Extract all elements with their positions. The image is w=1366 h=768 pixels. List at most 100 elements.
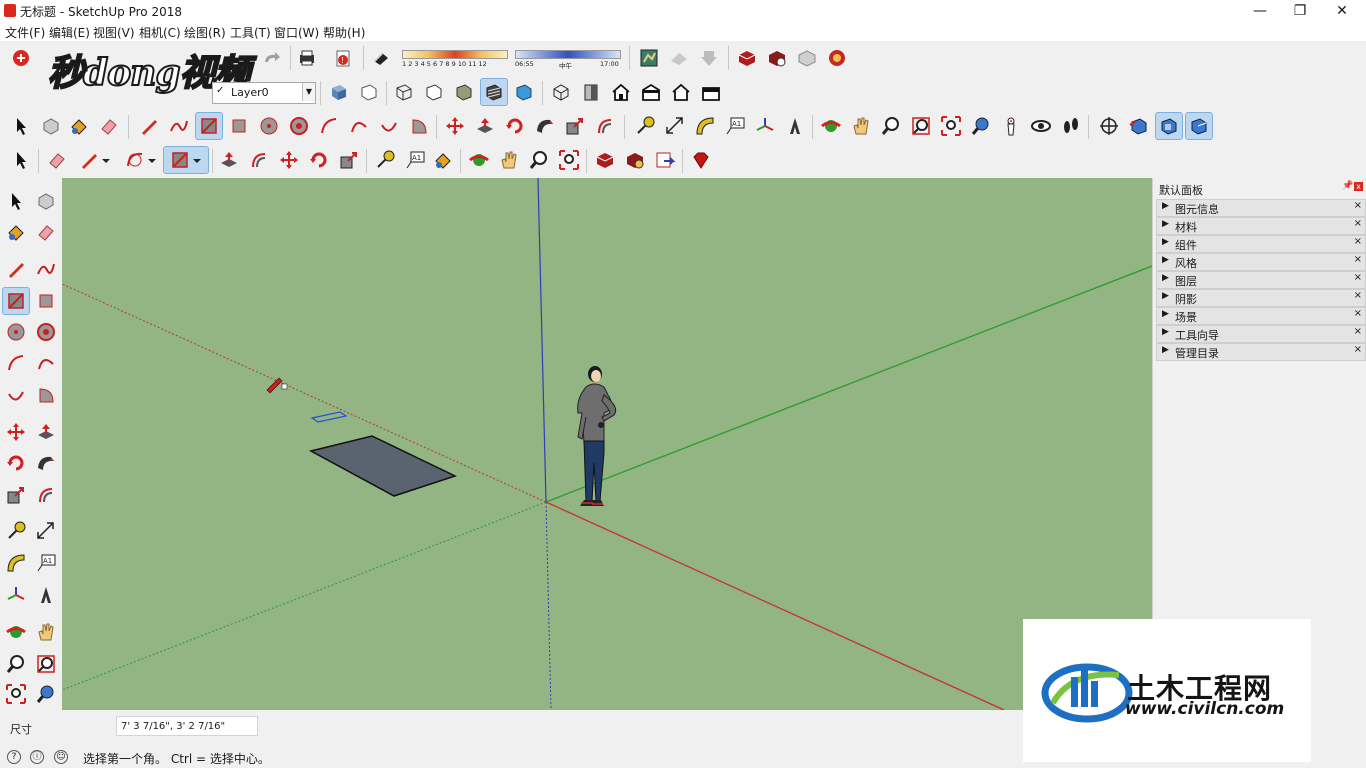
close-icon[interactable]: × — [1354, 218, 1362, 229]
panel-layers[interactable]: ▶ 图层 × — [1156, 271, 1366, 289]
push-pull-icon[interactable] — [472, 113, 498, 139]
panel-shadows[interactable]: ▶ 阴影 × — [1156, 289, 1366, 307]
rotate-icon[interactable] — [3, 450, 29, 476]
move-icon[interactable] — [276, 147, 302, 173]
close-icon[interactable]: × — [1354, 308, 1362, 319]
dimensions-icon[interactable] — [33, 518, 59, 544]
position-camera-icon[interactable] — [998, 113, 1024, 139]
arc-icon[interactable] — [122, 147, 148, 173]
close-icon[interactable]: × — [1354, 344, 1362, 355]
circle-icon[interactable] — [3, 319, 29, 345]
push-pull-icon[interactable] — [216, 147, 242, 173]
shadow-time-slider[interactable]: 06:55 中午 17:00 — [515, 50, 621, 70]
make-component-icon[interactable] — [33, 188, 59, 214]
back-edges-icon[interactable] — [356, 79, 382, 105]
section-fill-icon[interactable] — [1185, 112, 1213, 140]
pan-hand-icon[interactable] — [848, 113, 874, 139]
panel-materials[interactable]: ▶ 材料 × — [1156, 217, 1366, 235]
new-file-icon[interactable] — [8, 45, 34, 71]
display-section-cuts-icon[interactable] — [1155, 112, 1183, 140]
left-view-icon[interactable] — [698, 79, 724, 105]
zoom-icon[interactable] — [3, 651, 29, 677]
paint-bucket-icon[interactable] — [66, 113, 92, 139]
shadows-toggle-icon[interactable] — [368, 45, 394, 71]
pie-icon[interactable] — [406, 113, 432, 139]
tape-measure-icon[interactable] — [3, 518, 29, 544]
send-to-layout-icon[interactable] — [652, 147, 678, 173]
two-point-arc-icon[interactable] — [33, 350, 59, 376]
layer-dropdown[interactable]: ✓ Layer0 ▼ — [212, 82, 316, 104]
toggle-terrain-icon[interactable] — [666, 45, 692, 71]
text-label-icon[interactable]: A1 — [402, 147, 428, 173]
three-point-arc-icon[interactable] — [3, 382, 29, 408]
arc-icon[interactable] — [3, 350, 29, 376]
follow-me-icon[interactable] — [33, 450, 59, 476]
3d-text-icon[interactable] — [782, 113, 808, 139]
monochrome-icon[interactable] — [511, 79, 537, 105]
paint-bucket-icon[interactable] — [3, 219, 29, 245]
3d-warehouse-icon[interactable] — [592, 147, 618, 173]
eraser-icon[interactable] — [96, 113, 122, 139]
menu-edit[interactable]: 编辑(E) — [49, 24, 90, 41]
walk-footprints-icon[interactable] — [1058, 113, 1084, 139]
scale-icon[interactable] — [336, 147, 362, 173]
two-point-arc-icon[interactable] — [346, 113, 372, 139]
panel-instructor[interactable]: ▶ 工具向导 × — [1156, 325, 1366, 343]
eraser-icon[interactable] — [44, 147, 70, 173]
3d-text-icon[interactable] — [33, 582, 59, 608]
model-info-icon[interactable]: ! — [330, 45, 356, 71]
front-view-icon[interactable] — [608, 79, 634, 105]
redo-icon[interactable] — [258, 45, 284, 71]
user-account-icon[interactable]: ☺ — [54, 750, 68, 764]
rotated-rectangle-icon[interactable] — [33, 288, 59, 314]
rotate-icon[interactable] — [306, 147, 332, 173]
shaded-with-textures-icon[interactable] — [480, 78, 508, 106]
chevron-down-icon[interactable] — [146, 147, 158, 173]
dimensions-icon[interactable] — [662, 113, 688, 139]
pan-hand-icon[interactable] — [33, 619, 59, 645]
menu-draw[interactable]: 绘图(R) — [184, 24, 226, 41]
previous-view-icon[interactable] — [33, 681, 59, 707]
close-icon[interactable]: × — [1354, 326, 1362, 337]
zoom-window-icon[interactable] — [33, 651, 59, 677]
axes-icon[interactable] — [752, 113, 778, 139]
arc-icon[interactable] — [316, 113, 342, 139]
polygon-icon[interactable] — [286, 113, 312, 139]
push-pull-icon[interactable] — [33, 419, 59, 445]
tape-measure-icon[interactable] — [372, 147, 398, 173]
tape-measure-icon[interactable] — [632, 113, 658, 139]
section-plane-icon[interactable] — [1096, 113, 1122, 139]
x-ray-icon[interactable] — [326, 79, 352, 105]
rotated-rectangle-icon[interactable] — [226, 113, 252, 139]
menu-window[interactable]: 窗口(W) — [274, 24, 319, 41]
select-arrow-icon[interactable] — [8, 147, 34, 173]
protractor-icon[interactable] — [3, 550, 29, 576]
drawing-viewport[interactable] — [62, 178, 1152, 710]
close-icon[interactable]: × — [1354, 254, 1362, 265]
text-label-icon[interactable]: A1 — [722, 113, 748, 139]
axes-icon[interactable] — [3, 582, 29, 608]
extension-warehouse-icon[interactable] — [622, 147, 648, 173]
zoom-extents-icon[interactable] — [3, 681, 29, 707]
menu-file[interactable]: 文件(F) — [5, 24, 45, 41]
minimize-button[interactable]: — — [1240, 2, 1280, 20]
close-button[interactable]: ✕ — [1322, 2, 1362, 20]
polygon-icon[interactable] — [33, 319, 59, 345]
follow-me-icon[interactable] — [532, 113, 558, 139]
ruby-console-icon[interactable] — [688, 147, 714, 173]
close-icon[interactable]: × — [1354, 290, 1362, 301]
zoom-extents-icon[interactable] — [556, 147, 582, 173]
photo-textures-icon[interactable] — [696, 45, 722, 71]
offset-icon[interactable] — [33, 482, 59, 508]
extension-warehouse-icon[interactable] — [824, 45, 850, 71]
pan-hand-icon[interactable] — [496, 147, 522, 173]
select-arrow-icon[interactable] — [8, 113, 34, 139]
back-view-icon[interactable] — [668, 79, 694, 105]
close-icon[interactable]: × — [1354, 200, 1362, 211]
pencil-line-icon[interactable] — [3, 256, 29, 282]
wireframe-icon[interactable] — [391, 79, 417, 105]
tray-close-button[interactable]: x — [1354, 182, 1363, 191]
text-label-icon[interactable]: A1 — [33, 550, 59, 576]
top-view-icon[interactable] — [578, 79, 604, 105]
rectangle-icon[interactable] — [2, 287, 30, 315]
